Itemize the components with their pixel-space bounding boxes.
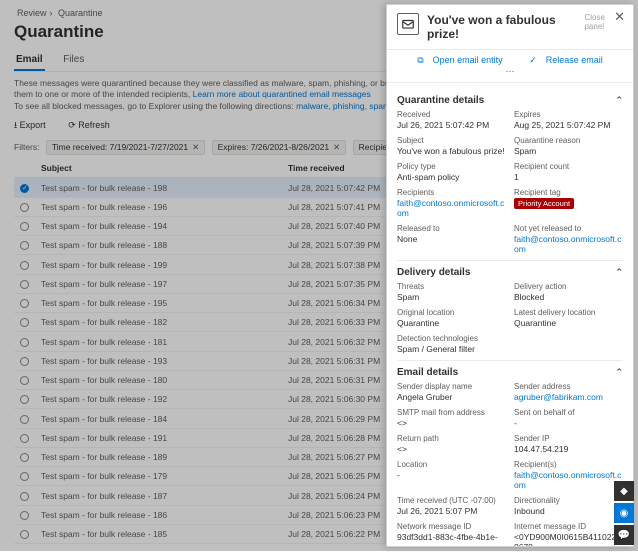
priority-account-badge: Priority Account <box>514 198 574 209</box>
label-expires: Expires <box>514 110 623 119</box>
label-smtp-from: SMTP mail from address <box>397 408 506 417</box>
value-network-msg-id: 93df3dd1-883c-4fbe-4b1e- <box>397 532 506 542</box>
value-internet-msg-id: <0YD900M0I0615B411022A8678 <box>514 532 623 546</box>
open-entity-button[interactable]: ⧉Open email entity <box>411 55 508 65</box>
label-received: Received <box>397 110 506 119</box>
value-latest-location: Quarantine <box>514 318 623 328</box>
more-actions-button[interactable]: ⋯ <box>506 66 515 76</box>
value-subject: You've won a fabulous prize! <box>397 146 506 156</box>
value-sender-addr[interactable]: agruber@fabrikam.com <box>514 392 623 402</box>
value-threats: Spam <box>397 292 506 302</box>
side-button-2[interactable]: ◉ <box>614 503 634 523</box>
section-delivery-details[interactable]: Delivery details⌃ <box>397 267 623 278</box>
value-orig-location: Quarantine <box>397 318 506 328</box>
panel-actions: ⧉Open email entity ✓Release email ⋯ <box>387 50 633 83</box>
release-email-button[interactable]: ✓Release email <box>523 55 609 65</box>
side-button-1[interactable]: ◆ <box>614 481 634 501</box>
label-qreason: Quarantine reason <box>514 136 623 145</box>
label-sender-addr: Sender address <box>514 382 623 391</box>
label-released-to: Released to <box>397 224 506 233</box>
label-precipients: Recipient(s) <box>514 460 623 469</box>
label-sender-ip: Sender IP <box>514 434 623 443</box>
chevron-up-icon: ⌃ <box>615 267 623 278</box>
value-qreason: Spam <box>514 146 623 156</box>
label-directionality: Directionality <box>514 496 623 505</box>
panel-title: You've won a fabulous prize! <box>427 13 576 41</box>
value-not-released[interactable]: faith@contoso.onmicrosoft.com <box>514 234 623 254</box>
value-sent-on-behalf: - <box>514 418 623 428</box>
close-button[interactable]: ✕ <box>614 9 625 25</box>
label-not-released: Not yet released to <box>514 224 623 233</box>
label-sent-on-behalf: Sent on behalf of <box>514 408 623 417</box>
section-quarantine-details[interactable]: Quarantine details⌃ <box>397 95 623 106</box>
mail-icon <box>397 13 419 35</box>
side-button-3[interactable]: 💬 <box>614 525 634 545</box>
value-directionality: Inbound <box>514 506 623 516</box>
label-subject: Subject <box>397 136 506 145</box>
chevron-up-icon: ⌃ <box>615 367 623 378</box>
label-threats: Threats <box>397 282 506 291</box>
details-panel: ✕ You've won a fabulous prize! Close pan… <box>386 4 634 547</box>
value-smtp-from: <> <box>397 418 506 428</box>
value-recipients[interactable]: faith@contoso.onmicrosoft.com <box>397 198 506 218</box>
value-released-to: None <box>397 234 506 244</box>
value-expires: Aug 25, 2021 5:07:42 PM <box>514 120 623 130</box>
label-delivery-action: Delivery action <box>514 282 623 291</box>
value-time-received: Jul 26, 2021 5:07 PM <box>397 506 506 516</box>
value-ptype: Anti-spam policy <box>397 172 506 182</box>
value-rcount: 1 <box>514 172 623 182</box>
chevron-up-icon: ⌃ <box>615 95 623 106</box>
value-detection-tech: Spam / General filter <box>397 344 623 354</box>
label-rcount: Recipient count <box>514 162 623 171</box>
label-orig-location: Original location <box>397 308 506 317</box>
label-time-received: Time received (UTC -07:00) <box>397 496 506 505</box>
label-location: Location <box>397 460 506 469</box>
value-location: - <box>397 470 506 480</box>
section-email-details[interactable]: Email details⌃ <box>397 367 623 378</box>
label-latest-location: Latest delivery location <box>514 308 623 317</box>
label-return-path: Return path <box>397 434 506 443</box>
value-sender-ip: 104.47.54.219 <box>514 444 623 454</box>
label-internet-msg-id: Internet message ID <box>514 522 623 531</box>
label-detection-tech: Detection technologies <box>397 334 623 343</box>
value-return-path: <> <box>397 444 506 454</box>
label-ptype: Policy type <box>397 162 506 171</box>
value-received: Jul 26, 2021 5:07:42 PM <box>397 120 506 130</box>
value-sender-name: Angela Gruber <box>397 392 506 402</box>
label-rtag: Recipient tag <box>514 188 623 197</box>
value-precipients[interactable]: faith@contoso.onmicrosoft.com <box>514 470 623 490</box>
label-sender-name: Sender display name <box>397 382 506 391</box>
label-recipients: Recipients <box>397 188 506 197</box>
label-network-msg-id: Network message ID <box>397 522 506 531</box>
value-delivery-action: Blocked <box>514 292 623 302</box>
